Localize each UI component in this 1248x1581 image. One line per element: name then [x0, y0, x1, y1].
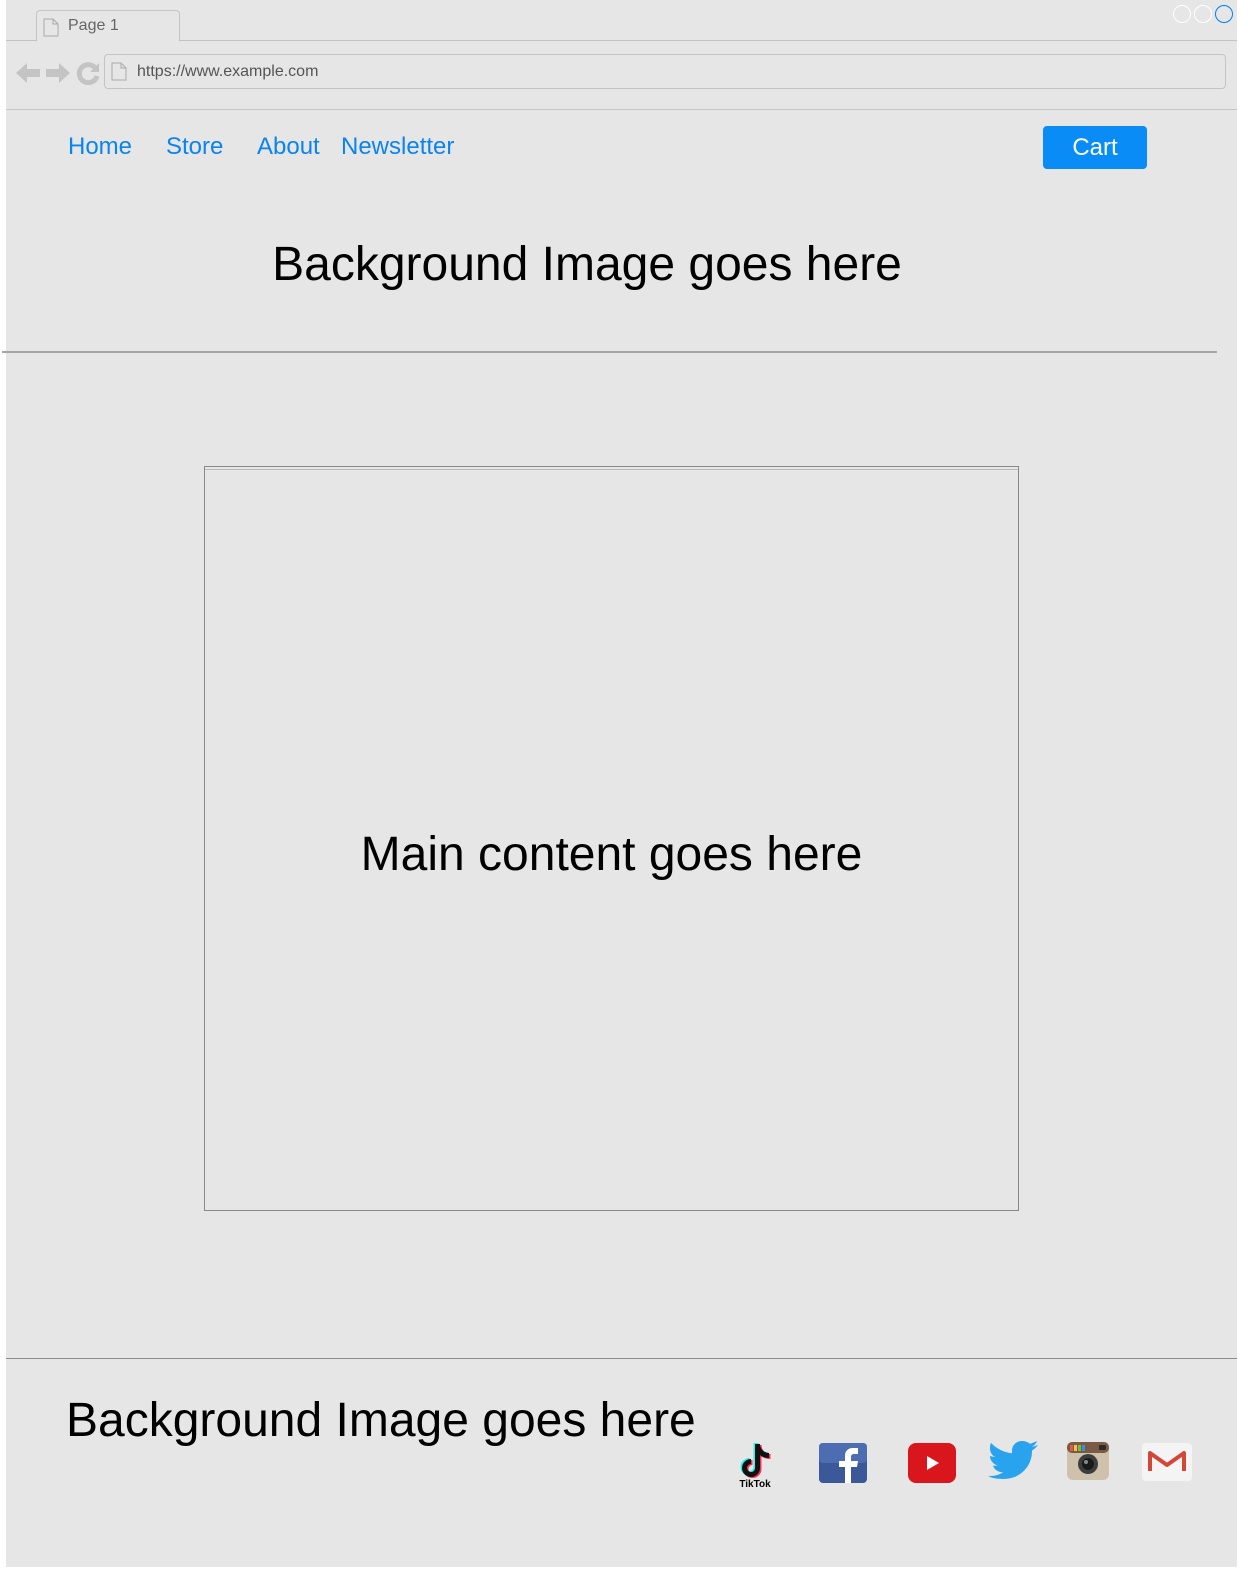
hero-placeholder-text: Background Image goes here — [272, 238, 902, 291]
browser-window: Page 1 https://www.example.com Home Stor… — [2, 0, 1237, 1567]
youtube-icon[interactable] — [908, 1443, 956, 1483]
page-icon — [111, 62, 127, 81]
url-text: https://www.example.com — [137, 63, 319, 80]
gmail-icon[interactable] — [1142, 1443, 1192, 1481]
instagram-icon[interactable] — [1067, 1442, 1109, 1480]
main-content-box: Main content goes here — [204, 466, 1019, 1211]
tab-label: Page 1 — [68, 17, 119, 34]
hero-divider — [2, 351, 1217, 353]
nav-newsletter-link[interactable]: Newsletter — [341, 133, 454, 161]
cart-button[interactable]: Cart — [1043, 126, 1147, 169]
tiktok-label: TikTok — [739, 1479, 771, 1490]
refresh-icon[interactable] — [76, 61, 100, 85]
back-icon[interactable] — [16, 61, 40, 85]
twitter-icon[interactable] — [988, 1440, 1038, 1480]
tab-bar-border — [6, 40, 1237, 41]
footer-divider — [6, 1358, 1237, 1359]
browser-tab[interactable]: Page 1 — [36, 10, 180, 40]
forward-icon[interactable] — [46, 61, 70, 85]
maximize-button[interactable] — [1194, 5, 1212, 23]
nav-store-link[interactable]: Store — [166, 133, 223, 161]
window-controls — [1173, 5, 1233, 23]
page-icon — [43, 18, 59, 37]
toolbar-border — [6, 109, 1237, 110]
nav-about-link[interactable]: About — [257, 133, 320, 161]
close-button[interactable] — [1215, 5, 1233, 23]
address-bar[interactable]: https://www.example.com — [104, 54, 1226, 89]
tiktok-icon[interactable]: TikTok — [732, 1440, 778, 1492]
facebook-icon[interactable] — [819, 1443, 867, 1483]
minimize-button[interactable] — [1173, 5, 1191, 23]
footer-placeholder-text: Background Image goes here — [66, 1394, 696, 1447]
nav-home-link[interactable]: Home — [68, 133, 132, 161]
main-content-text: Main content goes here — [360, 828, 863, 881]
